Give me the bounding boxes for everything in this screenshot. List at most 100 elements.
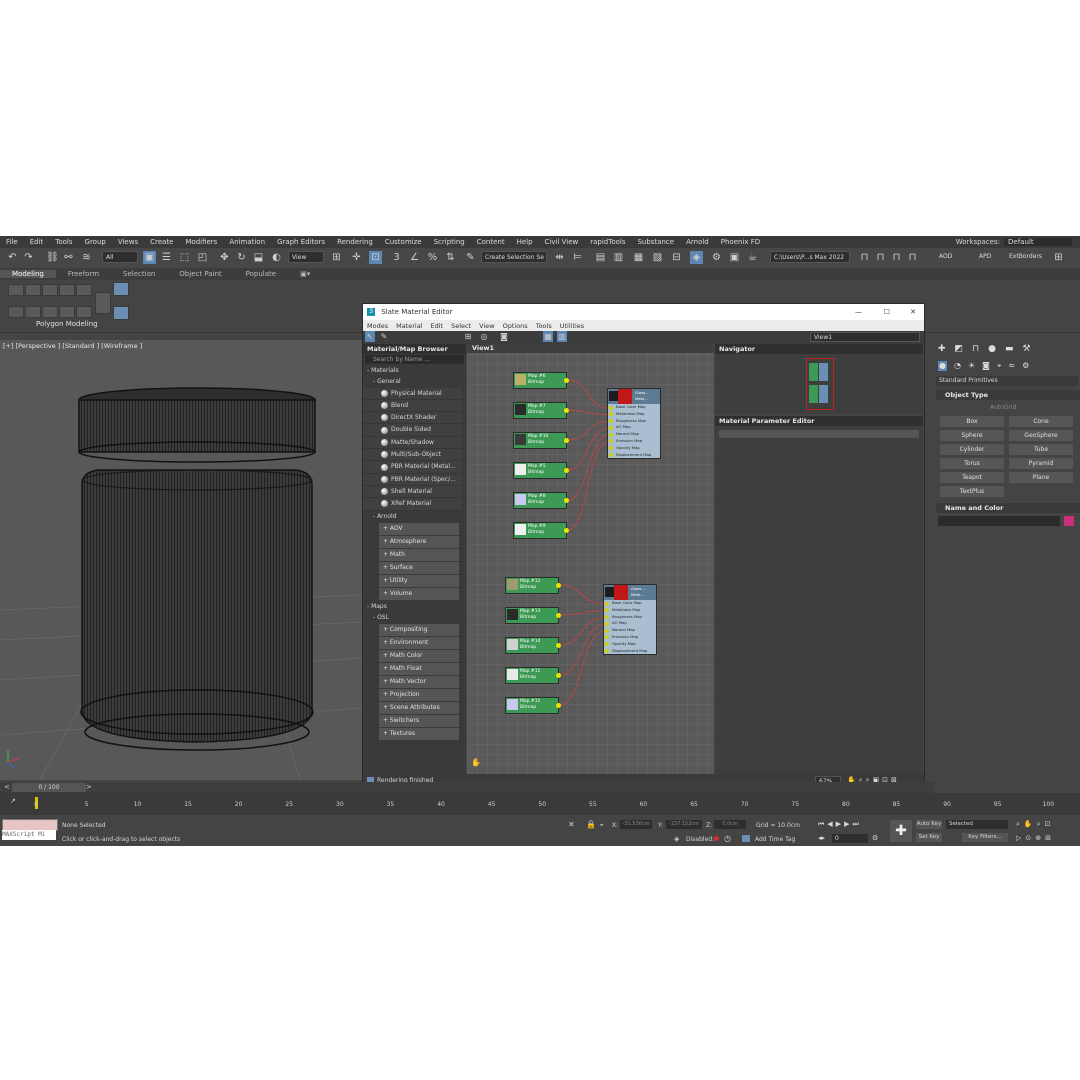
viewport-nav-controls-bottom[interactable]: ▷⊙⊕⊞	[1016, 834, 1055, 842]
slate-pick-icon[interactable]: ✎	[379, 331, 389, 342]
ribbon-btn-4[interactable]	[59, 284, 75, 296]
output-socket[interactable]	[556, 643, 561, 648]
ribbon-btn-5[interactable]	[76, 284, 92, 296]
menu-customize[interactable]: Customize	[379, 238, 428, 246]
bitmap-node[interactable]: Map #14 Bitmap	[505, 637, 561, 654]
ribbon-panel-label[interactable]: Polygon Modeling	[36, 320, 98, 328]
window-crossing-icon[interactable]: ◰	[196, 251, 209, 264]
material-slot[interactable]: AO Map	[608, 424, 660, 431]
bitmap-node[interactable]: Map #15 Bitmap	[505, 697, 561, 714]
browser-osl-item[interactable]: + Switchers	[379, 715, 459, 728]
bind-space-warp-icon[interactable]: ≋	[80, 251, 93, 264]
redo-icon[interactable]: ↷	[22, 251, 35, 264]
create-tab-icon[interactable]: ✚	[938, 344, 946, 354]
menu-views[interactable]: Views	[112, 238, 144, 246]
maxscript-listener-input[interactable]: MAXScript Mi	[2, 830, 56, 840]
material-slot[interactable]: Roughness Map	[604, 614, 656, 621]
menu-civil-view[interactable]: Civil View	[539, 238, 585, 246]
input-socket[interactable]	[609, 453, 613, 458]
slate-menu-options[interactable]: Options	[499, 322, 532, 330]
tab-selection[interactable]: Selection	[111, 270, 167, 278]
bitmap-node[interactable]: Map #13 Bitmap	[505, 607, 561, 624]
input-socket[interactable]	[609, 405, 613, 410]
input-socket[interactable]	[609, 412, 613, 417]
menu-animation[interactable]: Animation	[223, 238, 271, 246]
view-dropdown[interactable]: View1	[810, 332, 920, 342]
prev-frame-icon[interactable]: <	[4, 783, 10, 791]
material-slot[interactable]: Base Color Map	[608, 404, 660, 411]
material-slot[interactable]: Opacity Map	[604, 641, 656, 648]
material-node-bottom[interactable]: Glass... Mate... Base Color Map Metalness…	[603, 584, 657, 656]
named-selection-set-dropdown[interactable]: Create Selection Se	[481, 251, 547, 263]
workspace-selector[interactable]: Workspaces: Default	[956, 236, 1072, 248]
material-editor-icon[interactable]: ◈	[690, 251, 703, 264]
percent-snap-icon[interactable]: %	[426, 251, 439, 264]
layer-explorer-icon[interactable]: ▥	[612, 251, 625, 264]
primitive-plane-button[interactable]: Plane	[1009, 472, 1073, 483]
browser-osl-item[interactable]: + Math Vector	[379, 676, 459, 689]
output-socket[interactable]	[564, 528, 569, 533]
transform-type-in-icon[interactable]: ⌖	[600, 822, 603, 830]
primitive-torus-button[interactable]: Torus	[940, 458, 1004, 469]
input-socket[interactable]	[605, 601, 609, 606]
slate-layout-icon[interactable]: ▦	[543, 331, 553, 342]
scale-icon[interactable]: ⬓	[252, 251, 265, 264]
tab-populate[interactable]: Populate	[234, 270, 288, 278]
browser-material-item[interactable]: Blend	[363, 399, 462, 413]
input-socket[interactable]	[605, 642, 609, 647]
menu-phoenix-fd[interactable]: Phoenix FD	[715, 238, 766, 246]
aod-button[interactable]: AOD	[936, 251, 956, 263]
ribbon-btn-13[interactable]	[113, 306, 129, 320]
extborders-button[interactable]: ExtBorders	[1006, 251, 1046, 263]
menu-create[interactable]: Create	[144, 238, 179, 246]
ribbon-btn-12[interactable]	[113, 282, 129, 296]
browser-material-item[interactable]: Matte/Shadow	[363, 436, 462, 450]
next-frame-icon[interactable]: >	[86, 783, 92, 791]
browser-arnold-item[interactable]: + Volume	[379, 587, 459, 600]
menu-graph-editors[interactable]: Graph Editors	[271, 238, 331, 246]
primitive-cone-button[interactable]: Cone	[1009, 416, 1073, 427]
spinner-snap-icon[interactable]: ⇅	[444, 251, 457, 264]
menu-rendering[interactable]: Rendering	[331, 238, 379, 246]
input-socket[interactable]	[605, 649, 609, 654]
time-slider[interactable]: < 0 / 100 >	[0, 782, 934, 793]
slate-menu-tools[interactable]: Tools	[532, 322, 556, 330]
browser-arnold-item[interactable]: + AOV	[379, 522, 459, 535]
slate-tool-3-icon[interactable]: ◙	[499, 331, 509, 342]
name-color-rollout-header[interactable]: Name and Color	[936, 503, 1080, 513]
set-key-large-icon[interactable]: ✚	[890, 820, 912, 842]
browser-osl-item[interactable]: + Projection	[379, 689, 459, 702]
material-slot[interactable]: Emission Map	[608, 438, 660, 445]
browser-material-item[interactable]: Shell Material	[363, 485, 462, 499]
slate-menu-modes[interactable]: Modes	[363, 322, 392, 330]
schematic-view-icon[interactable]: ⊟	[670, 251, 683, 264]
output-socket[interactable]	[564, 408, 569, 413]
autogrid-checkbox[interactable]: AutoGrid	[990, 404, 1017, 411]
viewport-nav-controls-top[interactable]: ⌕✋⌕⊡	[1016, 820, 1054, 829]
auto-key-button[interactable]: Auto Key	[916, 820, 942, 829]
output-socket[interactable]	[556, 613, 561, 618]
key-selected-dropdown[interactable]: Selected	[946, 820, 1008, 829]
project-icon-2[interactable]: ⊓	[874, 251, 887, 264]
display-tab-icon[interactable]: ▬	[1005, 344, 1014, 354]
snaps-toggle-icon[interactable]: 3	[390, 251, 403, 264]
menu-rapidtools[interactable]: rapidTools	[584, 238, 631, 246]
bitmap-node[interactable]: Map #6 Bitmap	[513, 372, 569, 389]
toggle-ribbon-icon[interactable]: ▦	[632, 251, 645, 264]
browser-arnold-item[interactable]: + Surface	[379, 561, 459, 574]
utilities-tab-icon[interactable]: ⚒	[1022, 344, 1030, 354]
browser-material-item[interactable]: Physical Material	[363, 387, 462, 400]
curve-editor-mini-icon[interactable]: ↗	[10, 797, 16, 805]
menu-group[interactable]: Group	[79, 238, 112, 246]
slate-tool-1-icon[interactable]: ⊞	[463, 331, 473, 342]
material-slot[interactable]: Displacement Map	[604, 648, 656, 655]
minimize-icon[interactable]: —	[855, 304, 862, 320]
z-coord-field[interactable]: 0.0cm	[714, 820, 746, 829]
align-icon[interactable]: ⊨	[571, 251, 584, 264]
material-slot[interactable]: Base Color Map	[604, 600, 656, 607]
systems-icon[interactable]: ⚙	[1022, 361, 1029, 371]
clock-icon[interactable]: ◷	[724, 834, 731, 843]
primitive-pyramid-button[interactable]: Pyramid	[1009, 458, 1073, 469]
perspective-viewport[interactable]: [+] [Perspective ] [Standard ] [Wirefram…	[0, 340, 362, 780]
menu-scripting[interactable]: Scripting	[428, 238, 471, 246]
